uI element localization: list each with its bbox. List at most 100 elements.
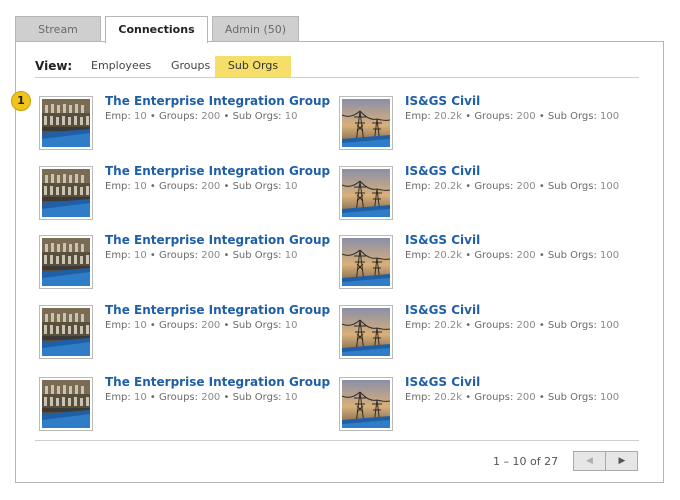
groups-label: Groups: <box>158 250 199 261</box>
org-thumbnail[interactable] <box>39 235 93 289</box>
view-option-groups[interactable]: Groups <box>163 56 218 77</box>
separator: • <box>465 320 472 331</box>
tab-connections[interactable]: Connections <box>105 16 208 43</box>
emp-count: 10 <box>133 392 147 403</box>
emp-count: 10 <box>133 181 147 192</box>
power-lines-thumbnail-image <box>342 169 390 217</box>
emp-label: Emp: <box>105 181 131 192</box>
org-thumbnail[interactable] <box>339 305 393 359</box>
org-thumbnail[interactable] <box>39 166 93 220</box>
sub-orgs-count: 10 <box>284 111 298 122</box>
sub-org-card: The Enterprise Integration Group Emp: 10 … <box>39 164 339 222</box>
groups-label: Groups: <box>474 250 514 261</box>
org-stats: Emp: 20.2k • Groups: 200 • Sub Orgs: 100 <box>405 181 619 192</box>
emp-count: 10 <box>133 111 147 122</box>
separator: • <box>465 250 472 261</box>
org-thumbnail[interactable] <box>339 96 393 150</box>
sub-org-card: The Enterprise Integration Group Emp: 10 … <box>39 233 339 291</box>
next-page-button[interactable]: ▶ <box>606 452 638 470</box>
groups-label: Groups: <box>474 320 514 331</box>
connections-panel: View: Employees Groups Sub Orgs The Ente… <box>15 41 664 483</box>
sub-orgs-label: Sub Orgs: <box>232 250 282 261</box>
emp-count: 20.2k <box>433 250 463 261</box>
org-name-link[interactable]: IS&GS Civil <box>405 164 480 178</box>
separator: • <box>538 250 545 261</box>
integration-thumbnail-image <box>42 238 90 286</box>
org-stats: Emp: 10 • Groups: 200 • Sub Orgs: 10 <box>105 181 297 192</box>
emp-count: 20.2k <box>433 181 463 192</box>
org-thumbnail[interactable] <box>39 96 93 150</box>
power-lines-thumbnail-image <box>342 380 390 428</box>
integration-thumbnail-image <box>42 380 90 428</box>
groups-count: 200 <box>201 250 221 261</box>
org-stats: Emp: 20.2k • Groups: 200 • Sub Orgs: 100 <box>405 111 619 122</box>
sub-orgs-count: 10 <box>284 392 298 403</box>
emp-label: Emp: <box>405 320 431 331</box>
sub-org-card: IS&GS Civil Emp: 20.2k • Groups: 200 • Su… <box>339 164 639 222</box>
org-name-link[interactable]: The Enterprise Integration Group <box>105 164 330 178</box>
org-name-link[interactable]: The Enterprise Integration Group <box>105 94 330 108</box>
previous-page-button[interactable]: ◀ <box>574 452 606 470</box>
tab-stream[interactable]: Stream <box>15 16 101 42</box>
emp-label: Emp: <box>105 111 131 122</box>
sub-orgs-count: 10 <box>284 181 298 192</box>
emp-label: Emp: <box>105 320 131 331</box>
groups-label: Groups: <box>158 392 199 403</box>
divider <box>35 440 639 441</box>
org-name-link[interactable]: IS&GS Civil <box>405 375 480 389</box>
sub-orgs-count: 100 <box>600 320 620 331</box>
view-option-employees[interactable]: Employees <box>83 56 159 77</box>
groups-count: 200 <box>516 250 536 261</box>
org-name-link[interactable]: The Enterprise Integration Group <box>105 375 330 389</box>
groups-count: 200 <box>201 111 221 122</box>
org-thumbnail[interactable] <box>39 305 93 359</box>
sub-orgs-label: Sub Orgs: <box>547 320 597 331</box>
sub-org-card: IS&GS Civil Emp: 20.2k • Groups: 200 • Su… <box>339 303 639 361</box>
groups-count: 200 <box>516 181 536 192</box>
groups-count: 200 <box>516 320 536 331</box>
org-name-link[interactable]: The Enterprise Integration Group <box>105 303 330 317</box>
emp-count: 10 <box>133 250 147 261</box>
separator: • <box>465 181 472 192</box>
org-name-link[interactable]: The Enterprise Integration Group <box>105 233 330 247</box>
integration-thumbnail-image <box>42 99 90 147</box>
org-name-link[interactable]: IS&GS Civil <box>405 303 480 317</box>
view-filter-bar: View: Employees Groups Sub Orgs <box>35 56 639 78</box>
org-thumbnail[interactable] <box>39 377 93 431</box>
groups-label: Groups: <box>158 320 199 331</box>
tab-admin[interactable]: Admin (50) <box>212 16 299 42</box>
org-stats: Emp: 20.2k • Groups: 200 • Sub Orgs: 100 <box>405 320 619 331</box>
separator: • <box>223 250 230 261</box>
sub-org-card: The Enterprise Integration Group Emp: 10 … <box>39 375 339 433</box>
org-thumbnail[interactable] <box>339 166 393 220</box>
sub-orgs-count: 100 <box>600 392 620 403</box>
view-option-sub-orgs[interactable]: Sub Orgs <box>215 56 291 77</box>
separator: • <box>149 392 156 403</box>
emp-label: Emp: <box>405 392 431 403</box>
org-thumbnail[interactable] <box>339 235 393 289</box>
emp-label: Emp: <box>105 392 131 403</box>
sub-orgs-label: Sub Orgs: <box>232 320 282 331</box>
sub-orgs-label: Sub Orgs: <box>232 181 282 192</box>
separator: • <box>223 111 230 122</box>
sub-orgs-label: Sub Orgs: <box>547 392 597 403</box>
groups-count: 200 <box>201 320 221 331</box>
org-name-link[interactable]: IS&GS Civil <box>405 94 480 108</box>
integration-thumbnail-image <box>42 308 90 356</box>
org-name-link[interactable]: IS&GS Civil <box>405 233 480 247</box>
groups-label: Groups: <box>474 111 514 122</box>
org-stats: Emp: 10 • Groups: 200 • Sub Orgs: 10 <box>105 320 297 331</box>
separator: • <box>149 320 156 331</box>
sub-org-card: The Enterprise Integration Group Emp: 10 … <box>39 303 339 361</box>
emp-count: 20.2k <box>433 320 463 331</box>
sub-orgs-label: Sub Orgs: <box>232 392 282 403</box>
separator: • <box>465 111 472 122</box>
groups-label: Groups: <box>474 392 514 403</box>
org-stats: Emp: 20.2k • Groups: 200 • Sub Orgs: 100 <box>405 250 619 261</box>
separator: • <box>538 111 545 122</box>
sub-orgs-label: Sub Orgs: <box>547 111 597 122</box>
emp-label: Emp: <box>105 250 131 261</box>
sub-orgs-count: 10 <box>284 250 298 261</box>
org-thumbnail[interactable] <box>339 377 393 431</box>
view-label: View: <box>35 59 73 73</box>
